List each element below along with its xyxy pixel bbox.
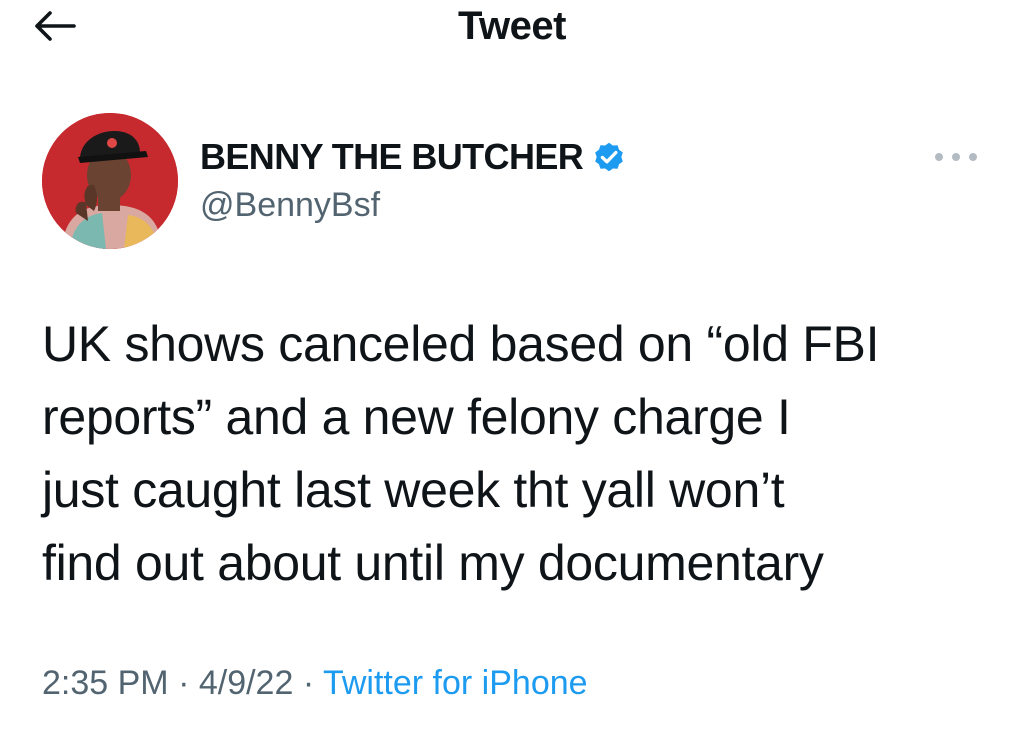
meta-separator: · [293,664,323,702]
tweet-meta: 2:35 PM · 4/9/22 · Twitter for iPhone [42,664,588,703]
author-name-row[interactable]: BENNY THE BUTCHER [200,134,627,180]
tweet-date[interactable]: 4/9/22 [199,664,294,702]
meta-separator: · [168,664,199,702]
author-handle[interactable]: @BennyBsf [200,186,380,225]
tweet-time[interactable]: 2:35 PM [42,664,169,702]
tweet-source-link[interactable]: Twitter for iPhone [323,664,588,702]
display-name[interactable]: BENNY THE BUTCHER [200,136,584,178]
tweet-text: UK shows canceled based on “old FBI repo… [42,316,880,591]
more-options-button[interactable] [928,142,984,172]
more-horizontal-icon [935,153,977,161]
avatar-image [42,113,178,249]
page-title: Tweet [458,4,566,48]
avatar[interactable] [42,113,178,249]
verified-badge-icon [595,142,623,172]
